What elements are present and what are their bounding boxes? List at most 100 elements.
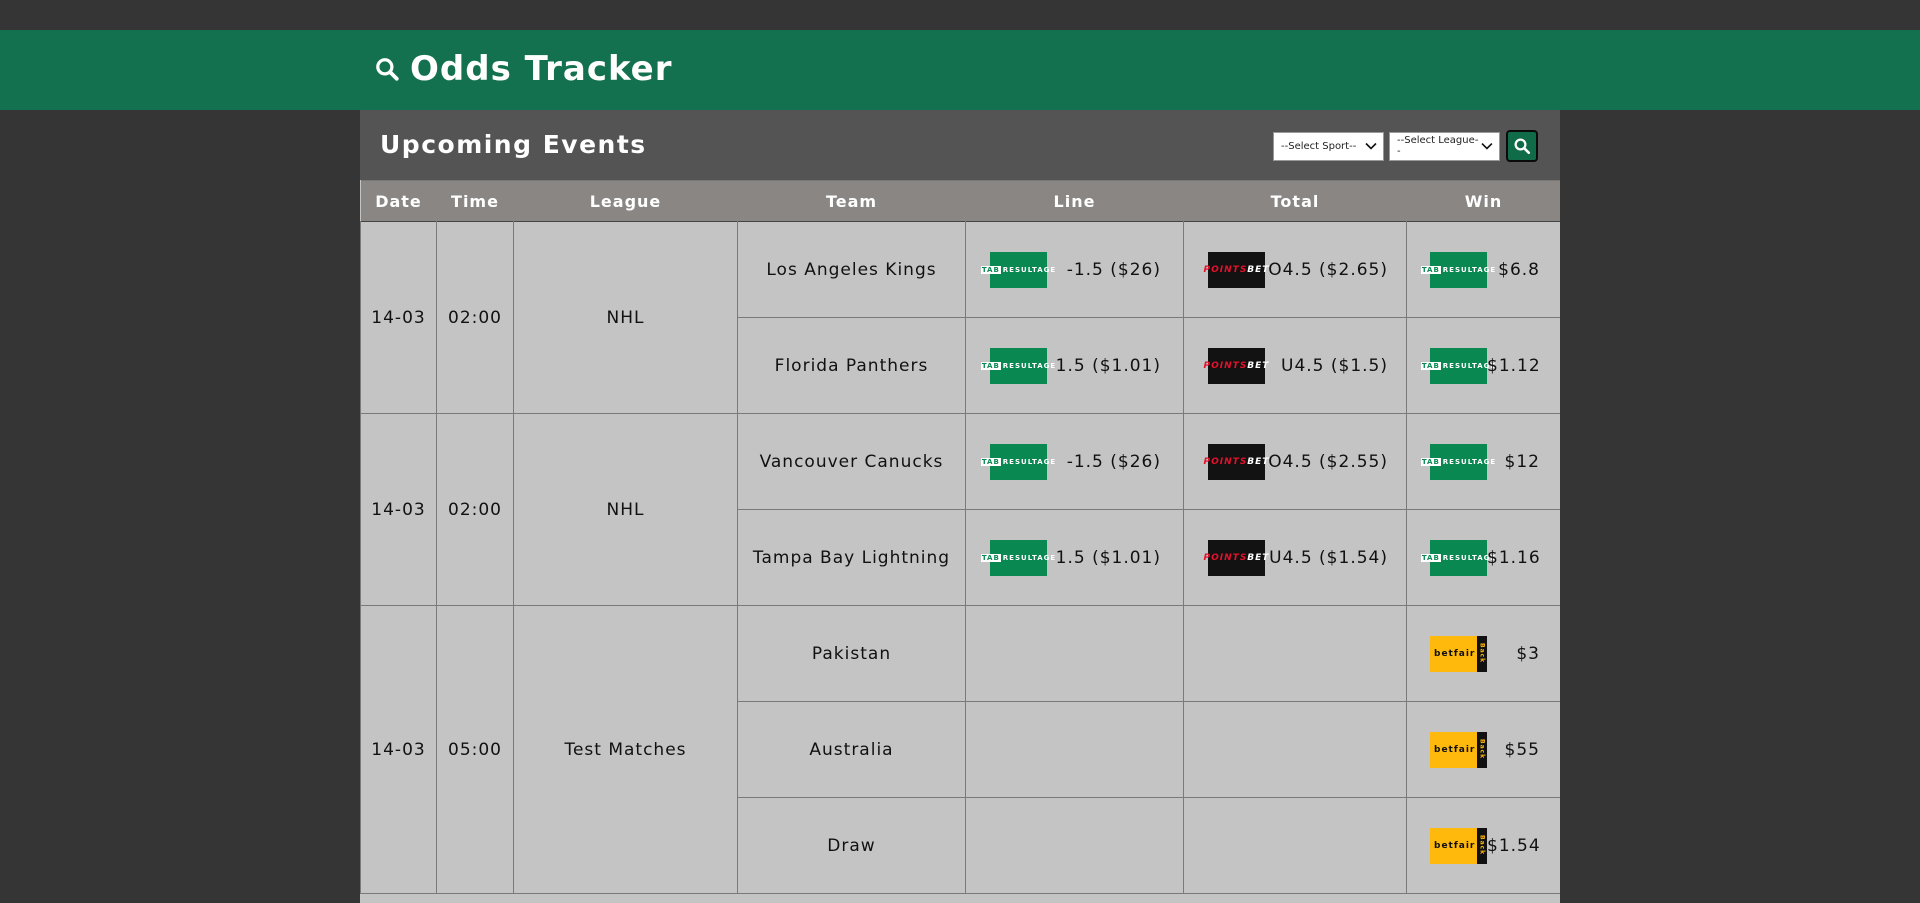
brand[interactable]: Odds Tracker bbox=[374, 49, 673, 89]
events-panel: Upcoming Events --Select Sport-- --Selec… bbox=[360, 110, 1560, 903]
col-line: Line bbox=[965, 180, 1184, 222]
total-odds: POINTS BET U4.5 ($1.54) bbox=[1184, 539, 1406, 576]
pointsbet-logo: POINTS BET bbox=[1204, 347, 1268, 384]
event-league: NHL bbox=[513, 221, 738, 414]
tab-logo: TAB RESULTAGE bbox=[980, 251, 1055, 288]
betfair-logo: betfair Back bbox=[1430, 827, 1487, 864]
betfair-logo: betfair Back bbox=[1430, 635, 1487, 672]
win-cell[interactable]: betfair Back $1.54 bbox=[1406, 797, 1560, 894]
tab-logo-mark: TAB bbox=[1420, 265, 1441, 274]
panel-title: Upcoming Events bbox=[380, 130, 647, 159]
event-date: 14-03 bbox=[360, 413, 437, 606]
tab-logo: TAB RESULTAGE bbox=[1420, 443, 1495, 480]
win-odds: TAB RESULTAGE $1.16 bbox=[1407, 539, 1560, 576]
line-cell bbox=[965, 797, 1184, 894]
tab-logo: TAB RESULTAGE bbox=[980, 347, 1055, 384]
win-cell[interactable]: TAB RESULTAGE $1.16 bbox=[1406, 509, 1560, 606]
tab-logo-mark: TAB bbox=[1420, 457, 1441, 466]
total-cell[interactable]: POINTS BET O4.5 ($2.65) bbox=[1183, 221, 1407, 318]
total-cell bbox=[1183, 701, 1407, 798]
pointsbet-logo: POINTS BET bbox=[1204, 443, 1268, 480]
col-win: Win bbox=[1406, 180, 1560, 222]
event-time: 02:00 bbox=[436, 221, 514, 414]
event-date: 14-03 bbox=[360, 221, 437, 414]
col-total: Total bbox=[1183, 180, 1407, 222]
pointsbet-logo: POINTS BET bbox=[1204, 251, 1268, 288]
line-odds: TAB RESULTAGE -1.5 ($26) bbox=[966, 251, 1183, 288]
event-time: 02:00 bbox=[436, 413, 514, 606]
betfair-back-tag: Back bbox=[1477, 635, 1487, 672]
total-cell[interactable]: POINTS BET O4.5 ($2.55) bbox=[1183, 413, 1407, 510]
win-cell[interactable]: TAB RESULTAGE $1.12 bbox=[1406, 317, 1560, 414]
tab-logo: TAB RESULTAGE bbox=[1420, 251, 1495, 288]
win-cell[interactable]: betfair Back $55 bbox=[1406, 701, 1560, 798]
win-value: $6.8 bbox=[1498, 259, 1540, 280]
betfair-back-tag: Back bbox=[1477, 827, 1487, 864]
win-cell[interactable]: TAB RESULTAGE $12 bbox=[1406, 413, 1560, 510]
win-odds: TAB RESULTAGE $6.8 bbox=[1407, 251, 1560, 288]
win-odds: betfair Back $1.54 bbox=[1407, 827, 1560, 864]
search-icon bbox=[1514, 138, 1531, 155]
tab-logo-mark: TAB bbox=[980, 553, 1001, 562]
tab-logo-mark: TAB bbox=[980, 361, 1001, 370]
betfair-logo-text: betfair bbox=[1434, 840, 1476, 851]
league-select[interactable]: --Select League-- bbox=[1389, 131, 1500, 161]
pointsbet-logo-text-1: POINTS bbox=[1203, 264, 1248, 275]
filters: --Select Sport-- --Select League-- bbox=[1273, 130, 1538, 162]
total-odds: POINTS BET O4.5 ($2.65) bbox=[1184, 251, 1406, 288]
total-value: U4.5 ($1.54) bbox=[1269, 547, 1388, 568]
line-cell bbox=[965, 701, 1184, 798]
line-cell[interactable]: TAB RESULTAGE 1.5 ($1.01) bbox=[965, 317, 1184, 414]
win-cell[interactable]: TAB RESULTAGE $6.8 bbox=[1406, 221, 1560, 318]
win-odds: TAB RESULTAGE $12 bbox=[1407, 443, 1560, 480]
total-cell bbox=[1183, 605, 1407, 702]
line-odds: TAB RESULTAGE 1.5 ($1.01) bbox=[966, 347, 1183, 384]
line-odds: TAB RESULTAGE 1.5 ($1.01) bbox=[966, 539, 1183, 576]
win-value: $1.16 bbox=[1487, 547, 1541, 568]
team-name: Australia bbox=[737, 701, 966, 798]
win-value: $3 bbox=[1516, 643, 1540, 664]
line-cell[interactable]: TAB RESULTAGE -1.5 ($26) bbox=[965, 413, 1184, 510]
team-name: Draw bbox=[737, 797, 966, 894]
total-odds: POINTS BET U4.5 ($1.5) bbox=[1184, 347, 1406, 384]
tab-logo: TAB RESULTAGE bbox=[980, 443, 1055, 480]
app-header bbox=[0, 30, 1920, 110]
total-cell[interactable]: POINTS BET U4.5 ($1.54) bbox=[1183, 509, 1407, 606]
win-cell[interactable]: betfair Back $3 bbox=[1406, 605, 1560, 702]
pointsbet-logo-text-1: POINTS bbox=[1203, 456, 1248, 467]
total-odds: POINTS BET O4.5 ($2.55) bbox=[1184, 443, 1406, 480]
search-button[interactable] bbox=[1506, 130, 1538, 162]
tab-logo: TAB RESULTAGE bbox=[980, 539, 1055, 576]
win-value: $55 bbox=[1504, 739, 1540, 760]
win-value: $1.12 bbox=[1487, 355, 1541, 376]
table-row: 14-03 02:00 NHL Vancouver Canucks TAB RESULTA… bbox=[360, 413, 1560, 606]
events-body: 14-03 02:00 NHL Los Angeles Kings TAB RESULTA… bbox=[360, 221, 1560, 894]
team-name: Tampa Bay Lightning bbox=[737, 509, 966, 606]
betfair-logo-text: betfair bbox=[1434, 648, 1476, 659]
line-value: -1.5 ($26) bbox=[1066, 451, 1161, 472]
total-cell[interactable]: POINTS BET U4.5 ($1.5) bbox=[1183, 317, 1407, 414]
line-value: 1.5 ($1.01) bbox=[1055, 355, 1161, 376]
win-odds: TAB RESULTAGE $1.12 bbox=[1407, 347, 1560, 384]
pointsbet-logo: POINTS BET bbox=[1204, 539, 1268, 576]
line-value: 1.5 ($1.01) bbox=[1055, 547, 1161, 568]
sport-select-value: --Select Sport-- bbox=[1281, 140, 1357, 152]
sport-select[interactable]: --Select Sport-- bbox=[1273, 131, 1384, 161]
event-league: Test Matches bbox=[513, 605, 738, 894]
win-odds: betfair Back $3 bbox=[1407, 635, 1560, 672]
line-cell[interactable]: TAB RESULTAGE -1.5 ($26) bbox=[965, 221, 1184, 318]
table-header-row: Date Time League Team Line Total Win bbox=[360, 180, 1560, 222]
tab-logo-mark: TAB bbox=[1420, 553, 1441, 562]
pointsbet-logo-text-1: POINTS bbox=[1203, 552, 1248, 563]
event-date: 14-03 bbox=[360, 605, 437, 894]
win-value: $1.54 bbox=[1487, 835, 1541, 856]
line-cell[interactable]: TAB RESULTAGE 1.5 ($1.01) bbox=[965, 509, 1184, 606]
chevron-down-icon bbox=[1481, 142, 1493, 150]
team-name: Pakistan bbox=[737, 605, 966, 702]
win-odds: betfair Back $55 bbox=[1407, 731, 1560, 768]
tab-logo-mark: TAB bbox=[980, 457, 1001, 466]
event-time: 05:00 bbox=[436, 605, 514, 894]
betfair-logo: betfair Back bbox=[1430, 731, 1487, 768]
tab-logo-mark: TAB bbox=[980, 265, 1001, 274]
win-value: $12 bbox=[1504, 451, 1540, 472]
